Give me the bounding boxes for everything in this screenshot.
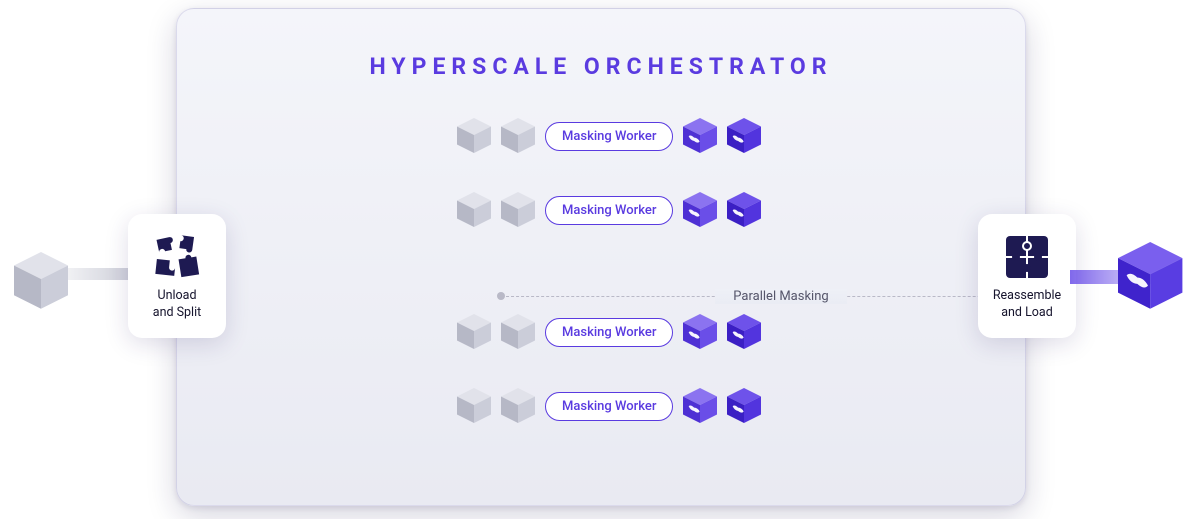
worker-row-4: Masking Worker: [457, 388, 761, 424]
unload-split-label: Unloadand Split: [153, 288, 201, 322]
reassemble-load-card: Reassembleand Load: [978, 214, 1076, 338]
masked-cube-icon: [727, 192, 761, 228]
masked-cube-icon: [727, 388, 761, 424]
data-chunk-cube-icon: [457, 388, 491, 424]
worker-row-2: Masking Worker: [457, 192, 761, 228]
data-chunk-cube-icon: [457, 314, 491, 350]
masked-cube-icon: [683, 118, 717, 154]
data-chunk-cube-icon: [501, 118, 535, 154]
masking-worker-pill: Masking Worker: [545, 122, 673, 151]
masking-worker-pill: Masking Worker: [545, 392, 673, 421]
masking-worker-pill: Masking Worker: [545, 196, 673, 225]
data-chunk-cube-icon: [457, 118, 491, 154]
orchestrator-container: HYPERSCALE ORCHESTRATOR Parallel Masking: [176, 8, 1026, 506]
data-chunk-cube-icon: [501, 192, 535, 228]
data-chunk-cube-icon: [457, 192, 491, 228]
masking-worker-pill: Masking Worker: [545, 318, 673, 347]
masked-cube-icon: [683, 388, 717, 424]
output-masked-cube-icon: [1118, 242, 1188, 320]
masked-cube-icon: [727, 314, 761, 350]
divider-label: Parallel Masking: [715, 289, 846, 304]
data-chunk-cube-icon: [501, 314, 535, 350]
masked-cube-icon: [727, 118, 761, 154]
unload-split-card: Unloadand Split: [128, 214, 226, 338]
masked-cube-icon: [683, 314, 717, 350]
input-data-cube-icon: [14, 252, 74, 320]
worker-row-3: Masking Worker: [457, 314, 761, 350]
worker-row-1: Masking Worker: [457, 118, 761, 154]
parallel-masking-divider: Parallel Masking: [501, 285, 1061, 307]
diagram-title: HYPERSCALE ORCHESTRATOR: [177, 53, 1025, 80]
masked-cube-icon: [683, 192, 717, 228]
puzzle-split-icon: [154, 234, 200, 280]
puzzle-joined-icon: [1004, 234, 1050, 280]
reassemble-load-label: Reassembleand Load: [993, 288, 1061, 322]
data-chunk-cube-icon: [501, 388, 535, 424]
